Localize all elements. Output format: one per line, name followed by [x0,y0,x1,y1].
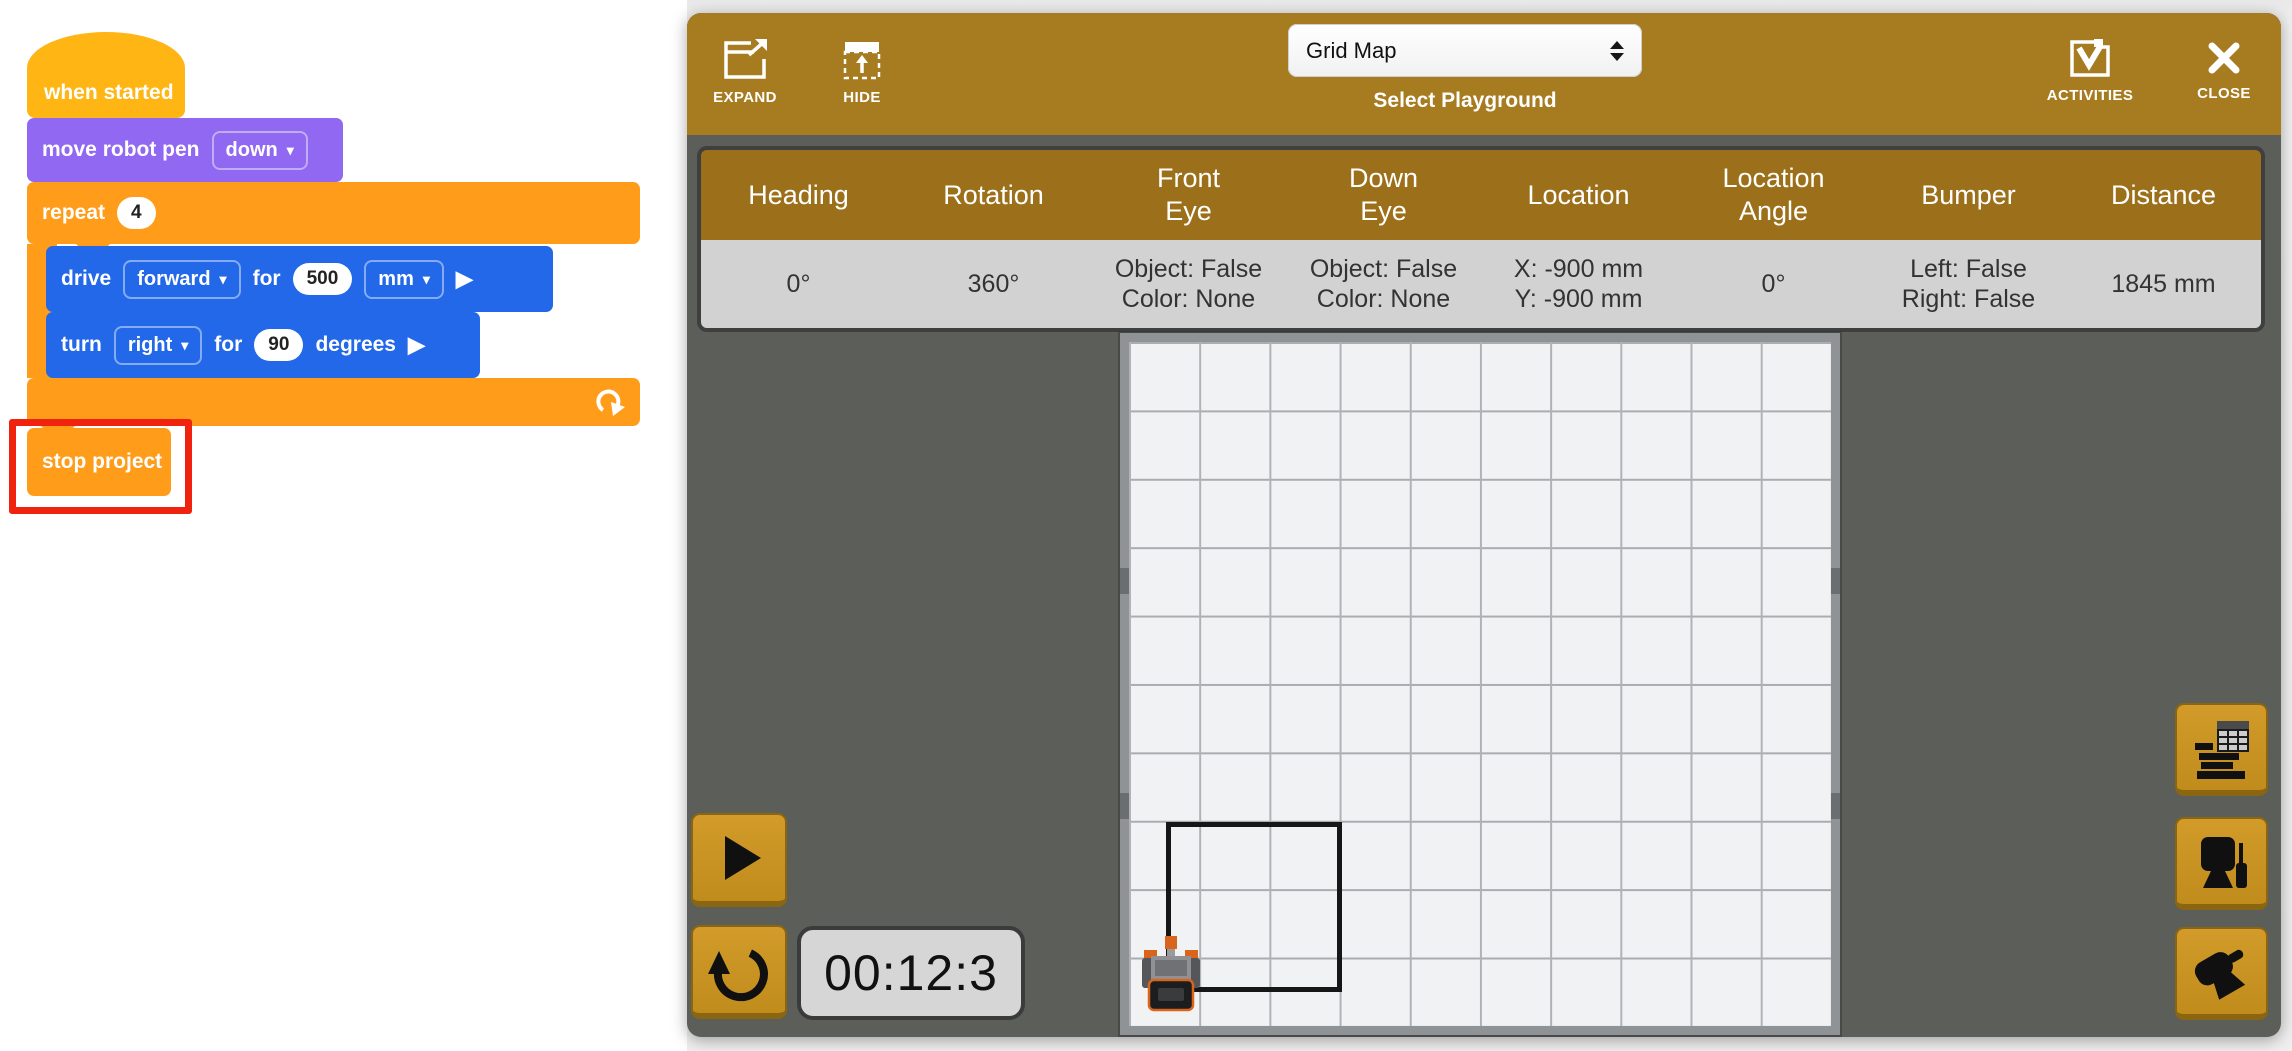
robot-pen-view-button[interactable] [2175,817,2268,910]
drive-direction-dropdown[interactable]: forward ▾ [123,260,240,299]
dashboard-toggle-button[interactable] [2175,703,2268,796]
blocks-workspace[interactable]: when started move robot pen down ▾ repea… [0,0,687,1051]
sensor-table-values: 0° 360° Object: False Color: None Object… [701,240,2261,328]
turn-direction-dropdown[interactable]: right ▾ [114,326,202,365]
val-heading: 0° [701,240,896,328]
val-location-angle: 0° [1676,240,1871,328]
chevron-down-icon: ▾ [220,272,227,286]
playground-select[interactable]: Grid Map [1288,24,1642,77]
block-turn[interactable]: turn right ▾ for 90 degrees ▶ [46,312,480,378]
field-notch [1120,568,1129,594]
play-icon [707,826,771,890]
col-distance: Distance [2066,150,2261,240]
highlight-annotation-box [9,419,192,514]
drive-unit-dropdown[interactable]: mm ▾ [364,260,444,299]
repeat-label: repeat [42,201,105,225]
activities-label: ACTIVITIES [2047,87,2134,104]
chevron-down-icon: ▾ [181,338,188,352]
val-distance: 1845 mm [2066,240,2261,328]
block-repeat[interactable]: repeat 4 [27,182,640,244]
field-notch [1831,568,1840,594]
robot-sprite[interactable] [1142,932,1200,1016]
activities-checklist-icon [2066,37,2114,79]
timer-display: 00:12:3 [797,926,1025,1020]
robot-pen-icon [2191,831,2253,893]
val-down-eye: Object: False Color: None [1286,240,1481,328]
expand-label: EXPAND [713,89,777,106]
block-when-started[interactable]: when started [27,32,185,118]
close-button[interactable]: CLOSE [2192,39,2256,102]
field-notch [1120,793,1129,819]
col-rotation: Rotation [896,150,1091,240]
playground-panel: EXPAND HIDE Grid Map Select Playground [687,13,2281,1037]
col-heading: Heading [701,150,896,240]
field-notch [1831,793,1840,819]
val-rotation: 360° [896,240,1091,328]
move-pen-label: move robot pen [42,138,200,162]
col-bumper: Bumper [1871,150,2066,240]
drive-unit-value: mm [378,268,414,291]
hide-panel-icon [840,39,884,81]
pen-direction-dropdown[interactable]: down ▾ [212,131,308,170]
repeat-count-input[interactable]: 4 [117,197,156,229]
dashboard-icon [2191,717,2253,779]
chevron-down-icon: ▾ [287,143,294,157]
block-move-robot-pen[interactable]: move robot pen down ▾ [27,118,343,182]
reset-icon [706,937,772,1003]
expand-window-icon [721,39,769,81]
loop-arrow-icon [595,387,625,417]
pen-direction-value: down [226,139,278,162]
hide-button[interactable]: HIDE [825,39,899,106]
chevron-down-icon: ▾ [423,272,430,286]
camera-view-button[interactable] [2175,927,2268,1020]
drive-distance-input[interactable]: 500 [293,263,353,295]
select-updown-icon [1610,41,1624,61]
when-started-label: when started [44,81,174,105]
turn-unit-label: degrees [315,333,396,357]
close-label: CLOSE [2197,85,2251,102]
drive-label: drive [61,267,111,291]
sensor-dashboard-table: Heading Rotation Front Eye Down Eye Loca… [697,146,2265,332]
playground-select-value: Grid Map [1306,38,1610,64]
turn-for-label: for [214,333,242,357]
turn-direction-value: right [128,334,172,357]
activities-button[interactable]: ACTIVITIES [2040,37,2140,104]
play-button[interactable] [691,813,787,907]
drive-direction-value: forward [137,268,210,291]
sensor-table-header: Heading Rotation Front Eye Down Eye Loca… [701,150,2261,240]
turn-degrees-input[interactable]: 90 [254,329,303,361]
val-front-eye: Object: False Color: None [1091,240,1286,328]
col-down-eye: Down Eye [1286,150,1481,240]
col-front-eye: Front Eye [1091,150,1286,240]
camera-icon [2191,941,2253,1003]
expand-arrow-icon[interactable]: ▶ [456,266,473,292]
col-location: Location [1481,150,1676,240]
select-playground-caption: Select Playground [1288,89,1642,113]
close-icon [2205,39,2243,77]
turn-label: turn [61,333,102,357]
col-location-angle: Location Angle [1676,150,1871,240]
grid-map-field [1120,333,1840,1035]
playground-toolbar: EXPAND HIDE Grid Map Select Playground [687,13,2281,135]
val-bumper: Left: False Right: False [1871,240,2066,328]
block-drive[interactable]: drive forward ▾ for 500 mm ▾ ▶ [46,246,553,312]
val-location: X: -900 mm Y: -900 mm [1481,240,1676,328]
expand-arrow-icon[interactable]: ▶ [408,332,425,358]
drive-for-label: for [253,267,281,291]
hide-label: HIDE [843,89,880,106]
screen: when started move robot pen down ▾ repea… [0,0,2292,1051]
expand-button[interactable]: EXPAND [708,39,782,106]
reset-button[interactable] [691,925,787,1019]
